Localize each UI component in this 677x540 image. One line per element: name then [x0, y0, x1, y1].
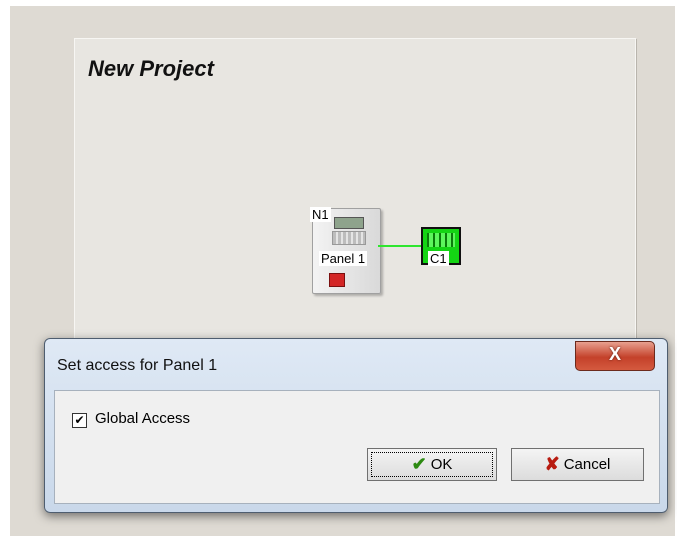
ok-button[interactable]: ✔ OK	[367, 448, 497, 481]
panel-screen	[334, 217, 364, 229]
close-icon: X	[608, 344, 621, 364]
global-access-checkbox[interactable]: ✔	[72, 413, 87, 428]
cancel-label: Cancel	[563, 456, 611, 473]
node-id-label: N1	[310, 207, 331, 222]
panel-keypad	[332, 231, 366, 245]
x-icon: ✘	[544, 454, 560, 474]
project-title: New Project	[88, 56, 214, 81]
project-canvas[interactable]	[74, 38, 636, 360]
focus-rectangle	[371, 452, 493, 477]
loop-card-contacts	[427, 233, 455, 247]
panel-name-label: Panel 1	[319, 251, 368, 266]
access-dialog: Set access for Panel 1 X ✔ Global Access…	[44, 338, 668, 513]
cancel-button[interactable]: ✘ Cancel	[511, 448, 644, 481]
global-access-label[interactable]: Global Access	[95, 410, 190, 427]
connection-line	[378, 245, 422, 247]
loop-id-label: C1	[428, 251, 449, 266]
dialog-title: Set access for Panel 1	[57, 357, 218, 374]
close-button[interactable]: X	[575, 341, 655, 371]
dialog-body: ✔ Global Access ✔ OK ✘ Cancel	[54, 390, 660, 504]
panel-alarm-indicator	[329, 273, 345, 287]
